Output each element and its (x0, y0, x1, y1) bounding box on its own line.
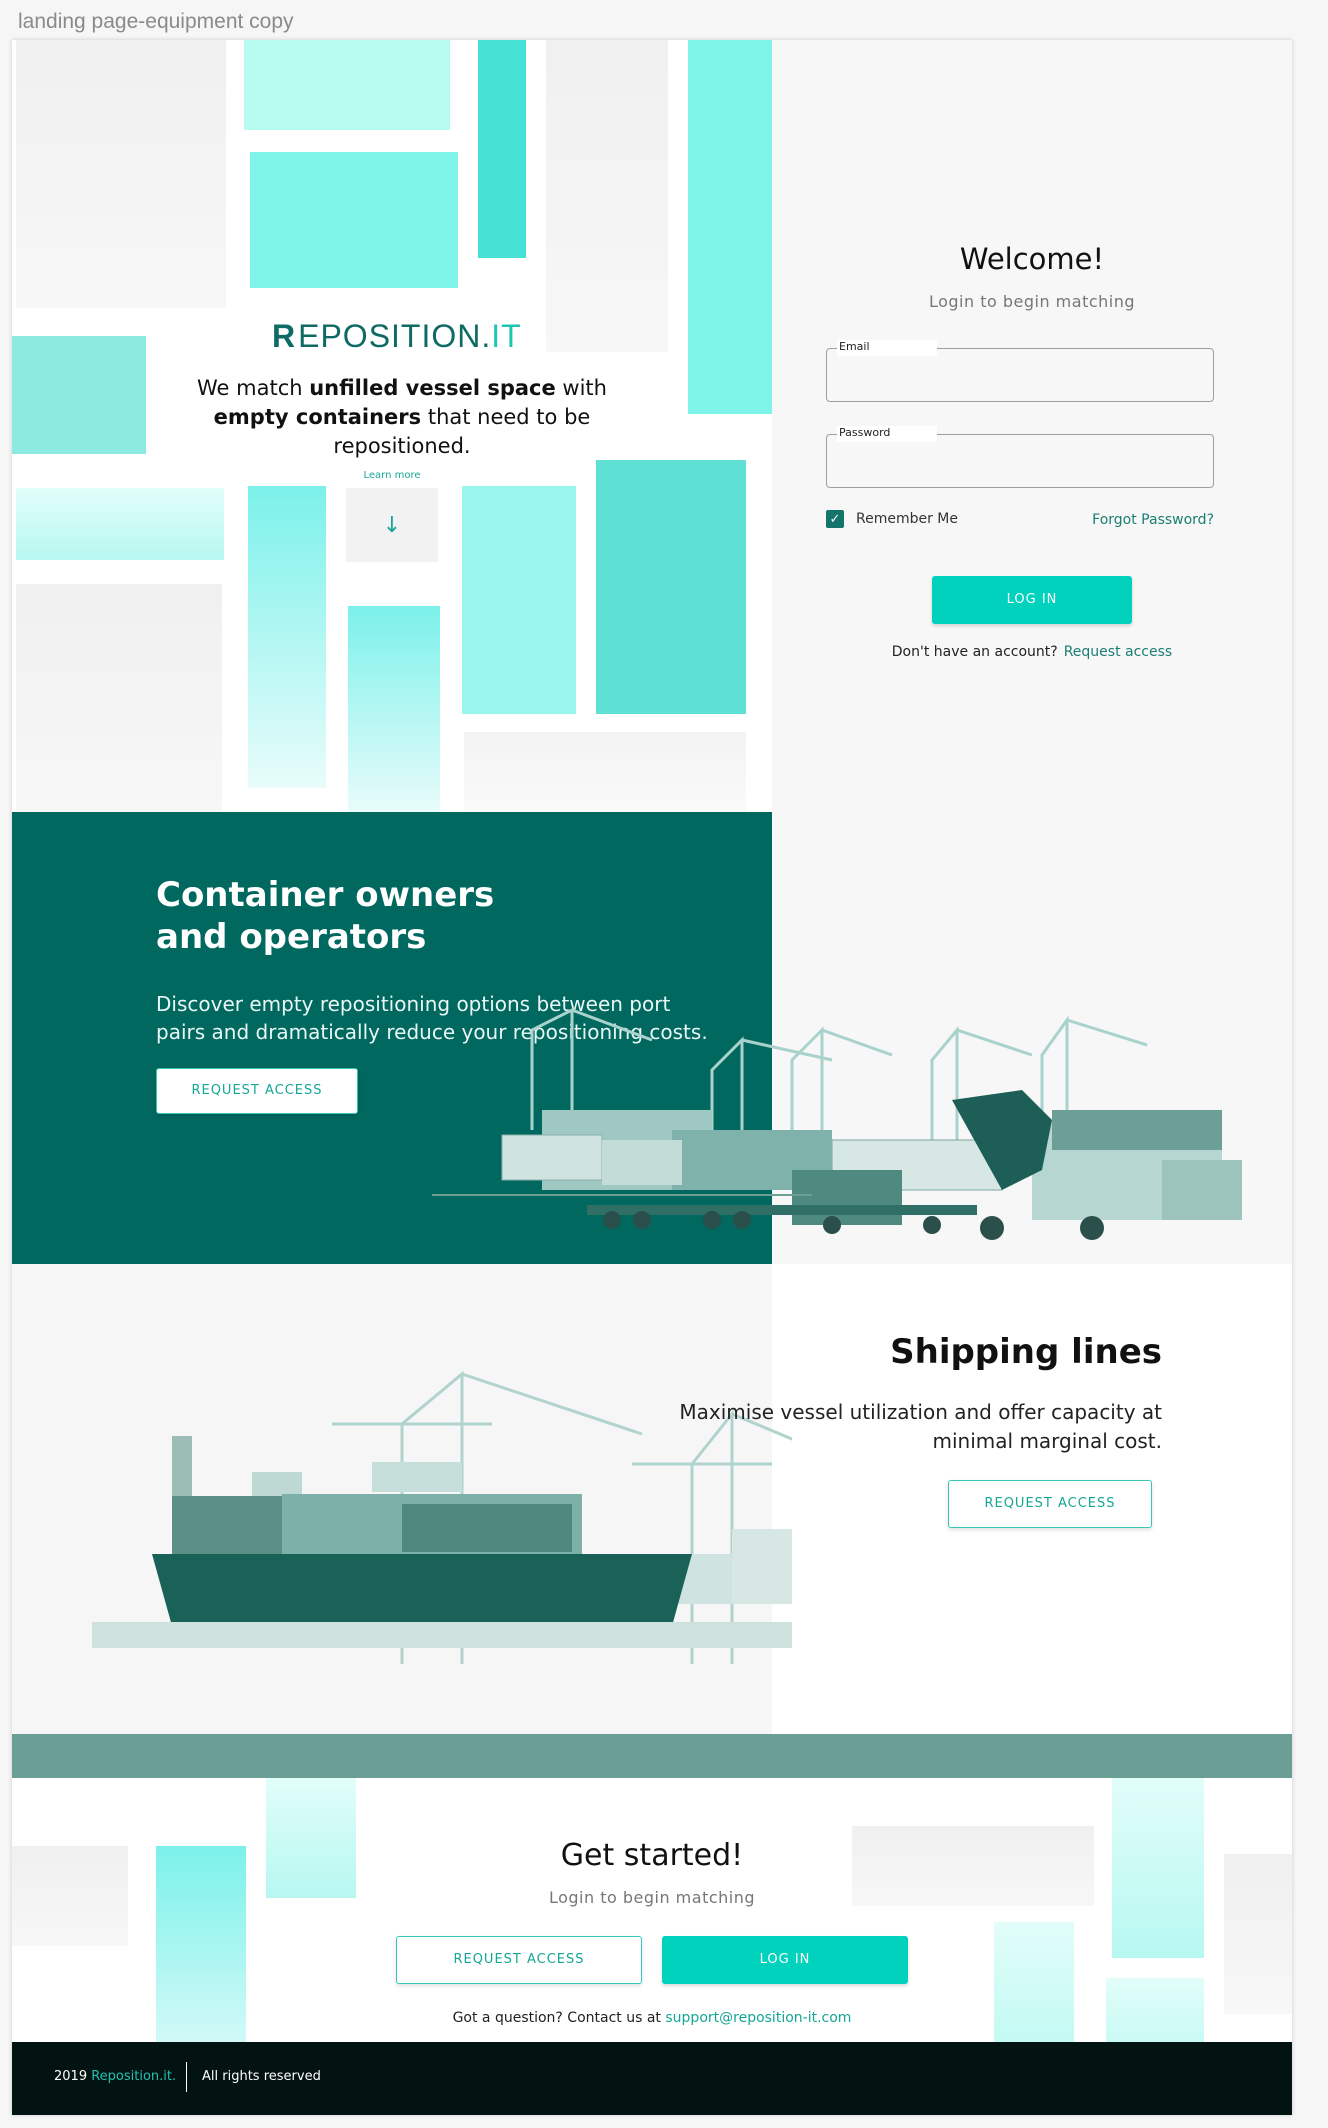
logo-name: EPOSITION. (298, 317, 492, 354)
learn-more-box[interactable]: ↓ (346, 488, 438, 562)
decor-tile (596, 460, 746, 714)
decor-tile (546, 40, 668, 352)
no-account-row: Don't have an account? Request access (772, 644, 1292, 660)
password-field[interactable]: Password (826, 426, 1214, 488)
owners-title: Container owners and operators (156, 875, 495, 957)
forgot-password-link[interactable]: Forgot Password? (1082, 512, 1214, 528)
container-stack (1052, 1110, 1222, 1150)
decor-tile (462, 486, 576, 714)
remember-label: Remember Me (856, 511, 958, 527)
shipping-description: Maximise vessel utilization and offer ca… (679, 1400, 1162, 1453)
footer: 2019 Reposition.it. All rights reserved (12, 2042, 1292, 2115)
ship-bridge (172, 1436, 192, 1496)
decor-tile (16, 40, 226, 308)
login-subtitle: Login to begin matching (928, 292, 1136, 311)
contact-row: Got a question? Contact us at support@re… (12, 2010, 1292, 2026)
decor-tile (348, 606, 440, 812)
decor-tile (1224, 1854, 1292, 2014)
owners-request-access-button[interactable]: REQUEST ACCESS (156, 1068, 358, 1114)
check-icon: ✓ (829, 511, 841, 527)
ship-containers (402, 1504, 572, 1552)
footer-brand-link[interactable]: Reposition.it. (91, 2069, 176, 2084)
decor-tile (248, 486, 326, 788)
tagline-highlight: empty containers (213, 405, 422, 429)
tagline-part: We match (197, 376, 310, 400)
remember-checkbox[interactable]: ✓ (826, 510, 844, 528)
password-label: Password (837, 426, 937, 442)
logo-mark: R (272, 317, 297, 354)
email-field[interactable]: Email (826, 340, 1214, 402)
email-label: Email (837, 340, 937, 356)
logo-suffix: IT (491, 317, 522, 354)
decor-tile (12, 336, 146, 454)
get-started-login-button[interactable]: LOG IN (662, 1936, 908, 1984)
tagline-highlight: unfilled vessel space (309, 376, 556, 400)
shipping-section: Shipping lines Maximise vessel utilizati… (12, 1264, 1292, 1734)
remember-me[interactable]: ✓ Remember Me (826, 510, 958, 528)
login-panel: Welcome! Login to begin matching Email P… (772, 40, 1292, 812)
footer-rights: All rights reserved (202, 2069, 321, 2084)
tagline-part: with (555, 376, 607, 400)
learn-more-label: Learn more (363, 470, 421, 481)
container-stack (501, 1134, 603, 1181)
request-access-link[interactable]: Request access (1064, 644, 1173, 660)
password-input[interactable] (839, 451, 1199, 477)
email-input[interactable] (839, 365, 1199, 391)
container-stack (602, 1140, 682, 1185)
hero-section: R EPOSITION. IT We match unfilled vessel… (12, 40, 772, 812)
footer-divider (186, 2062, 187, 2092)
dock (92, 1622, 792, 1648)
decor-tile (16, 584, 222, 812)
port-illustration (432, 1007, 1242, 1240)
get-started-title: Get started! (560, 1838, 744, 1873)
decor-tile (244, 40, 450, 130)
contact-text: Got a question? Contact us at (452, 2010, 666, 2026)
container-stack (732, 1529, 792, 1604)
shipping-request-access-button[interactable]: REQUEST ACCESS (948, 1480, 1152, 1528)
water-strip (12, 1734, 1292, 1778)
decor-tile (16, 488, 224, 560)
login-button[interactable]: LOG IN (932, 576, 1132, 624)
decor-tile (478, 40, 526, 258)
footer-year: 2019 (54, 2069, 92, 2084)
container-stack (1162, 1160, 1242, 1220)
decor-tile (688, 40, 772, 414)
arrow-down-icon: ↓ (382, 512, 402, 538)
learn-more-link[interactable]: Learn more ↓ (346, 470, 438, 586)
get-started-request-access-button[interactable]: REQUEST ACCESS (396, 1936, 642, 1984)
decor-tile (250, 152, 458, 288)
shipping-title: Shipping lines (890, 1332, 1162, 1372)
crane-cabin (372, 1462, 462, 1492)
footer-copyright: 2019 Reposition.it. (54, 2069, 176, 2084)
support-email-link[interactable]: support@reposition-it.com (665, 2010, 851, 2026)
frame-title: landing page-equipment copy (18, 10, 294, 33)
welcome-title: Welcome! (959, 242, 1105, 276)
brand-logo: R EPOSITION. IT (272, 318, 532, 354)
truck-cab (792, 1170, 902, 1225)
ship-containers (172, 1496, 282, 1554)
no-account-text: Don't have an account? (891, 644, 1058, 660)
landing-page: R EPOSITION. IT We match unfilled vessel… (12, 40, 1292, 2115)
ship-hull (152, 1554, 692, 1626)
decor-tile (464, 732, 746, 812)
get-started-subtitle: Login to begin matching (548, 1888, 756, 1907)
hero-tagline: We match unfilled vessel space with empt… (172, 374, 632, 461)
